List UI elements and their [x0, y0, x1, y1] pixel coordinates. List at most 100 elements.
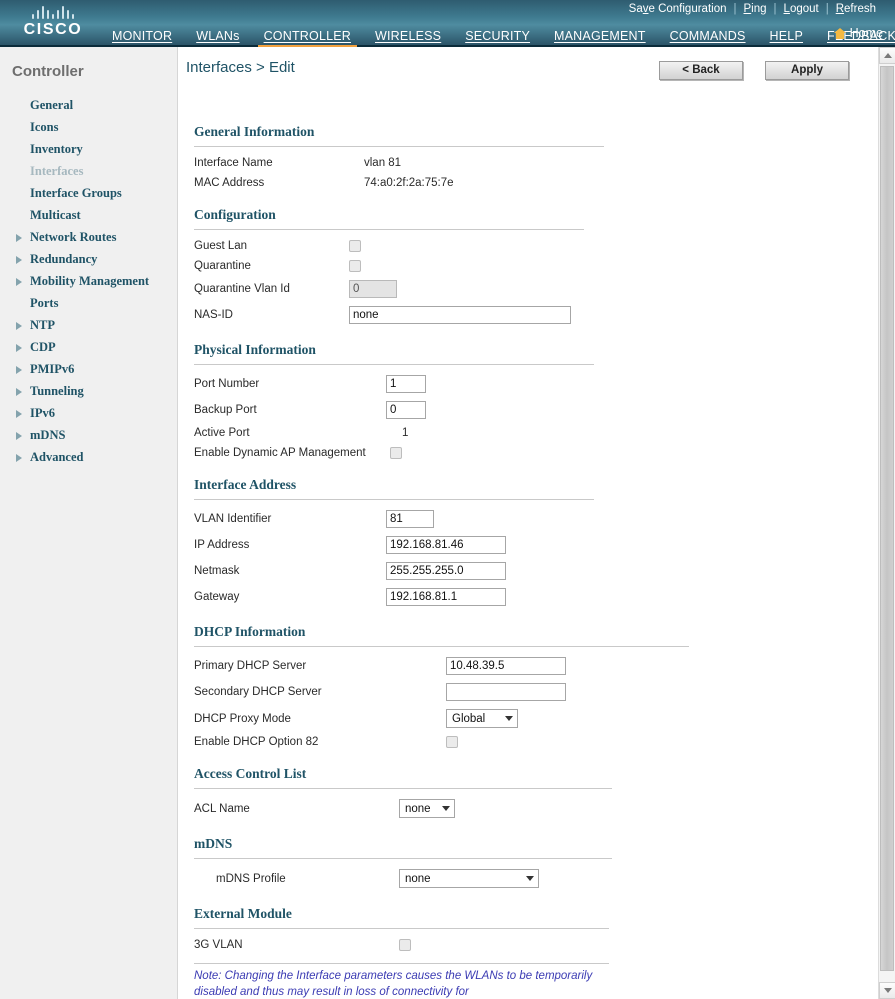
section-divider — [194, 858, 612, 860]
chevron-down-icon — [526, 876, 534, 882]
sidebar-item-pmipv6[interactable]: PMIPv6 — [0, 358, 177, 380]
sidebar-item-label: Icons — [30, 119, 59, 134]
sidebar-item-inventory[interactable]: Inventory — [0, 138, 177, 160]
refresh-link[interactable]: Refresh — [829, 3, 883, 15]
sidebar-item-cdp[interactable]: CDP — [0, 336, 177, 358]
scrollbar-thumb[interactable] — [880, 66, 894, 971]
primary-dhcp-server-label: Primary DHCP Server — [194, 660, 307, 673]
sidebar-item-general[interactable]: General — [0, 94, 177, 116]
acl-name-select[interactable]: none — [399, 799, 455, 819]
logout-link[interactable]: Logout — [777, 3, 826, 15]
main-content: Interfaces > Edit < Back Apply General I… — [178, 47, 895, 999]
nas-id-input[interactable] — [349, 306, 571, 325]
sidebar-item-label: Multicast — [30, 207, 81, 222]
section-physical-information: Physical Information Port Number Backup … — [186, 342, 873, 463]
ip-address-input[interactable] — [386, 536, 506, 555]
ping-link[interactable]: Ping — [737, 3, 774, 15]
3g-vlan-checkbox[interactable] — [399, 939, 411, 952]
sidebar-item-advanced[interactable]: Advanced — [0, 446, 177, 468]
dhcp-information-table: Primary DHCP Server Secondary DHCP Serve… — [194, 653, 566, 752]
dynamic-ap-management-label: Enable Dynamic AP Management — [194, 447, 366, 460]
nav-security[interactable]: SECURITY — [453, 29, 542, 47]
guest-lan-checkbox[interactable] — [349, 240, 361, 252]
mdns-profile-select[interactable]: none — [399, 869, 539, 889]
active-port-label: Active Port — [194, 427, 250, 440]
chevron-up-icon — [883, 53, 892, 58]
section-title: Access Control List — [194, 766, 307, 782]
nav-commands[interactable]: COMMANDS — [658, 29, 758, 47]
sidebar-item-network-routes[interactable]: Network Routes — [0, 226, 177, 248]
section-title: Configuration — [194, 207, 276, 222]
nav-management[interactable]: MANAGEMENT — [542, 29, 658, 47]
vlan-identifier-cell — [386, 506, 506, 532]
sidebar-item-multicast[interactable]: Multicast — [0, 204, 177, 226]
table-row: VLAN Identifier — [194, 506, 506, 532]
scroll-up-button[interactable] — [879, 47, 895, 64]
secondary-dhcp-server-cell — [446, 679, 566, 705]
table-row: Primary DHCP Server — [194, 653, 566, 679]
vertical-scrollbar[interactable] — [878, 47, 895, 999]
home-link[interactable]: Home — [833, 26, 883, 40]
interface-name-label: Interface Name — [194, 157, 273, 169]
sidebar-item-tunneling[interactable]: Tunneling — [0, 380, 177, 402]
table-row: 3G VLAN — [194, 935, 411, 955]
apply-button[interactable]: Apply — [765, 61, 849, 80]
primary-dhcp-server-input[interactable] — [446, 657, 566, 676]
back-button[interactable]: < Back — [659, 61, 743, 80]
quarantine-vlan-id-input[interactable] — [349, 280, 397, 299]
sidebar-item-label: NTP — [30, 317, 55, 332]
secondary-dhcp-server-input[interactable] — [446, 683, 566, 702]
netmask-label: Netmask — [194, 565, 240, 578]
chevron-right-icon — [16, 252, 26, 267]
table-row: DHCP Proxy Mode Global — [194, 705, 566, 732]
netmask-input[interactable] — [386, 562, 506, 581]
sidebar-item-ipv6[interactable]: IPv6 — [0, 402, 177, 424]
scroll-down-button[interactable] — [879, 982, 895, 999]
acl-name-cell: none — [399, 795, 455, 822]
sidebar-item-mdns[interactable]: mDNS — [0, 424, 177, 446]
sidebar-item-label: mDNS — [30, 427, 66, 442]
dhcp-proxy-mode-label: DHCP Proxy Mode — [194, 712, 291, 725]
section-title: General Information — [194, 124, 315, 139]
physical-information-table: Port Number Backup Port Active Port 1 — [194, 371, 426, 463]
nav-help[interactable]: HELP — [758, 29, 815, 47]
port-number-input[interactable] — [386, 375, 426, 394]
page-body: Controller General Icons Inventory Inter… — [0, 47, 895, 999]
vlan-identifier-input[interactable] — [386, 510, 434, 529]
quarantine-label: Quarantine — [194, 260, 251, 273]
nav-monitor[interactable]: MONITOR — [100, 29, 184, 47]
sidebar-item-mobility-management[interactable]: Mobility Management — [0, 270, 177, 292]
sidebar-item-interfaces[interactable]: Interfaces — [0, 160, 177, 182]
interface-address-table: VLAN Identifier IP Address Netmask — [194, 506, 506, 610]
sidebar-item-label: CDP — [30, 339, 56, 354]
sidebar-item-icons[interactable]: Icons — [0, 116, 177, 138]
sidebar-item-label: Tunneling — [30, 383, 84, 398]
sidebar-item-label: PMIPv6 — [30, 361, 75, 376]
quarantine-checkbox[interactable] — [349, 260, 361, 273]
dhcp-option-82-checkbox[interactable] — [446, 736, 458, 749]
sidebar: Controller General Icons Inventory Inter… — [0, 47, 178, 999]
sidebar-item-ports[interactable]: Ports — [0, 292, 177, 314]
nav-controller[interactable]: CONTROLLER — [252, 29, 363, 49]
save-configuration-link[interactable]: Save Configuration — [622, 3, 734, 15]
sidebar-item-interface-groups[interactable]: Interface Groups — [0, 182, 177, 204]
dynamic-ap-management-cell — [386, 443, 426, 463]
sidebar-title: Controller — [12, 63, 84, 80]
sidebar-item-ntp[interactable]: NTP — [0, 314, 177, 336]
gateway-input[interactable] — [386, 588, 506, 607]
dynamic-ap-management-checkbox[interactable] — [390, 447, 402, 460]
section-divider — [194, 788, 612, 790]
top-banner: CISCO Save Configuration | Ping | Logout… — [0, 0, 895, 49]
section-divider — [194, 364, 594, 366]
backup-port-input[interactable] — [386, 401, 426, 420]
table-row: Netmask — [194, 558, 506, 584]
table-row: MAC Address 74:a0:2f:2a:75:7e — [194, 173, 454, 193]
nav-wireless[interactable]: WIRELESS — [363, 29, 453, 47]
section-title: Interface Address — [194, 477, 297, 493]
dhcp-proxy-mode-select[interactable]: Global — [446, 709, 518, 729]
table-row: NAS-ID — [194, 302, 571, 328]
chevron-down-icon — [505, 716, 513, 722]
nav-wlans[interactable]: WLANs — [184, 29, 251, 47]
section-mdns: mDNS mDNS Profile none — [186, 836, 873, 892]
sidebar-item-redundancy[interactable]: Redundancy — [0, 248, 177, 270]
